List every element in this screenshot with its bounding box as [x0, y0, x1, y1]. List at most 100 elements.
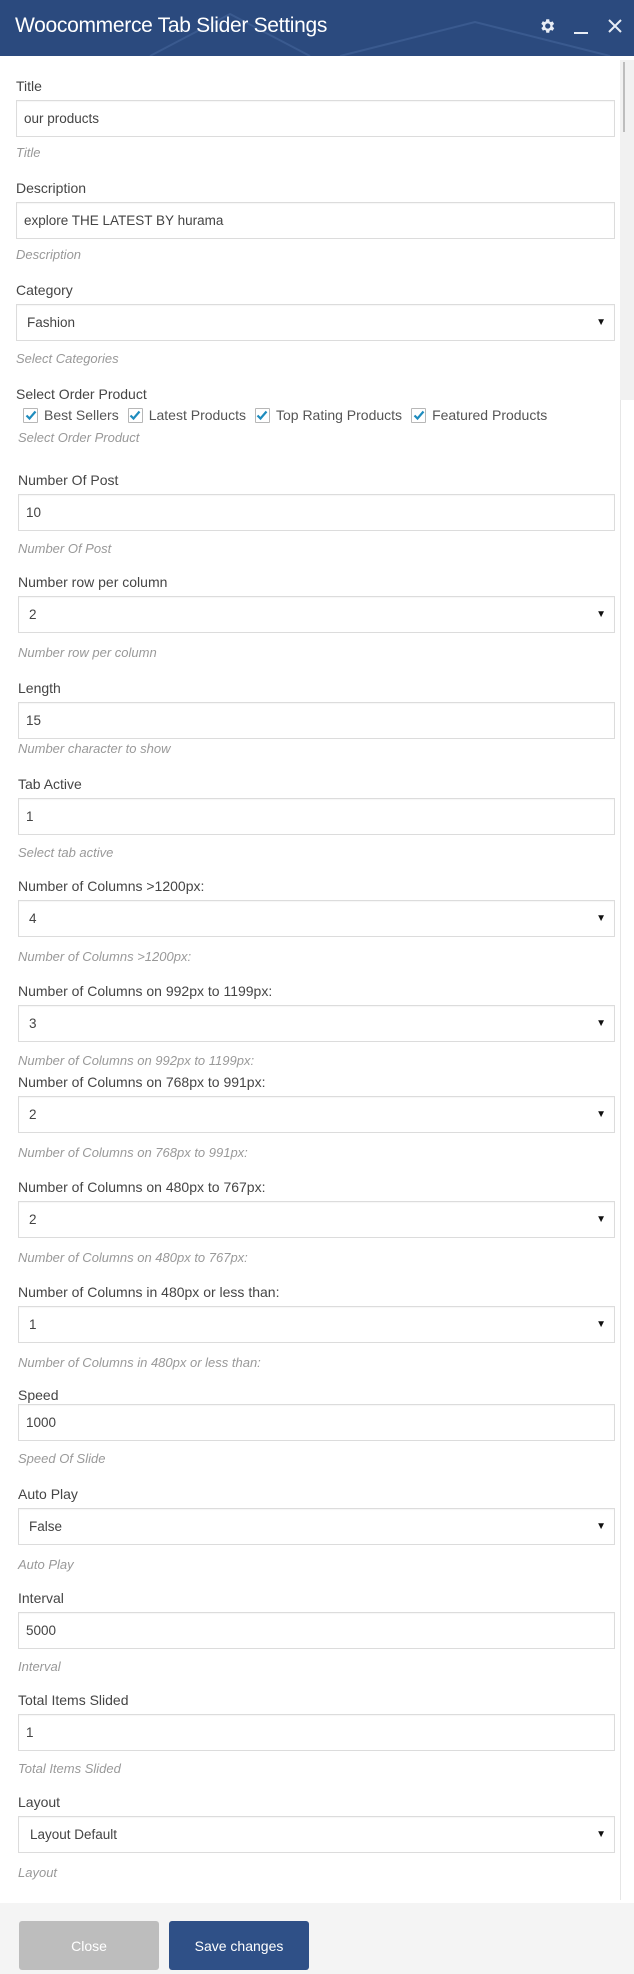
- dropdown-arrow-icon: ▼: [596, 1521, 606, 1532]
- checkbox-latest-products[interactable]: Latest Products: [127, 407, 246, 423]
- close-button[interactable]: Close: [19, 1921, 159, 1970]
- category-help: Select Categories: [16, 351, 119, 366]
- cols-768-label: Number of Columns on 768px to 991px:: [18, 1074, 266, 1090]
- cols-480-help: Number of Columns on 480px to 767px:: [18, 1250, 248, 1265]
- layout-value: Layout Default: [30, 1827, 118, 1842]
- dropdown-arrow-icon: ▼: [596, 1319, 606, 1330]
- speed-help: Speed Of Slide: [18, 1451, 106, 1466]
- cols-less-480-help: Number of Columns in 480px or less than:: [18, 1355, 261, 1370]
- field-category: Category Fashion ▼ Select Categories: [16, 282, 615, 366]
- dropdown-arrow-icon: ▼: [596, 317, 606, 328]
- scrollbar-thumb[interactable]: [623, 62, 625, 132]
- dialog-footer: Close Save changes: [0, 1903, 634, 1974]
- interval-input[interactable]: 5000: [18, 1612, 615, 1649]
- interval-label: Interval: [18, 1590, 64, 1606]
- layout-help: Layout: [18, 1865, 58, 1880]
- checkbox-label: Featured Products: [432, 407, 548, 423]
- cols-1200-value: 4: [29, 911, 37, 926]
- field-cols-less-480: Number of Columns in 480px or less than:…: [18, 1284, 615, 1370]
- gear-icon[interactable]: [536, 14, 558, 38]
- checkbox-featured-products[interactable]: Featured Products: [411, 407, 547, 423]
- scroll-divider: [620, 400, 621, 1900]
- field-cols-480: Number of Columns on 480px to 767px: 2 ▼…: [18, 1179, 615, 1265]
- checkbox-checked-icon[interactable]: [127, 407, 143, 423]
- total-items-slided-help: Total Items Slided: [18, 1761, 121, 1776]
- field-rows-per-column: Number row per column 2 ▼ Number row per…: [18, 574, 615, 660]
- interval-help: Interval: [18, 1659, 61, 1674]
- total-items-slided-label: Total Items Slided: [18, 1692, 129, 1708]
- cols-less-480-select[interactable]: 1 ▼: [18, 1306, 615, 1343]
- dropdown-arrow-icon: ▼: [596, 1829, 606, 1840]
- dialog-header: Woocommerce Tab Slider Settings: [0, 0, 634, 56]
- checkbox-checked-icon[interactable]: [254, 407, 270, 423]
- auto-play-help: Auto Play: [18, 1557, 74, 1572]
- dropdown-arrow-icon: ▼: [596, 1214, 606, 1225]
- layout-select[interactable]: Layout Default ▼: [18, 1816, 615, 1853]
- length-label: Length: [18, 680, 61, 696]
- cols-480-select[interactable]: 2 ▼: [18, 1201, 615, 1238]
- cols-992-value: 3: [29, 1016, 37, 1031]
- category-value: Fashion: [27, 315, 76, 330]
- length-input[interactable]: 15: [18, 702, 615, 739]
- tab-active-label: Tab Active: [18, 776, 82, 792]
- field-speed: Speed 1000 Speed Of Slide: [18, 1387, 615, 1466]
- description-label: Description: [16, 180, 87, 196]
- rows-per-column-select[interactable]: 2 ▼: [18, 596, 615, 633]
- dropdown-arrow-icon: ▼: [596, 1018, 606, 1029]
- order-product-help: Select Order Product: [18, 430, 140, 445]
- cols-768-help: Number of Columns on 768px to 991px:: [18, 1145, 248, 1160]
- number-of-post-label: Number Of Post: [18, 472, 119, 488]
- field-interval: Interval 5000 Interval: [18, 1590, 615, 1674]
- category-label: Category: [16, 282, 73, 298]
- rows-per-column-label: Number row per column: [18, 574, 168, 590]
- cols-1200-label: Number of Columns >1200px:: [18, 878, 205, 894]
- auto-play-select[interactable]: False ▼: [18, 1508, 615, 1545]
- auto-play-value: False: [29, 1519, 63, 1534]
- order-product-checkboxes: Best Sellers Latest Products Top Rating …: [23, 407, 615, 423]
- field-order-product: Select Order Product Best Sellers Latest…: [16, 386, 615, 445]
- dialog-title: Woocommerce Tab Slider Settings: [15, 14, 328, 37]
- scrollbar[interactable]: [620, 60, 634, 400]
- cols-less-480-value: 1: [29, 1317, 37, 1332]
- dropdown-arrow-icon: ▼: [596, 1109, 606, 1120]
- checkbox-label: Latest Products: [148, 407, 246, 423]
- field-total-items-slided: Total Items Slided 1 Total Items Slided: [18, 1692, 615, 1776]
- field-layout: Layout Layout Default ▼ Layout: [18, 1794, 615, 1880]
- cols-992-label: Number of Columns on 992px to 1199px:: [18, 983, 273, 999]
- close-icon[interactable]: [604, 14, 626, 38]
- field-title: Title our products Title: [16, 78, 615, 160]
- field-cols-992: Number of Columns on 992px to 1199px: 3 …: [18, 983, 615, 1068]
- total-items-slided-input[interactable]: 1: [18, 1714, 615, 1751]
- cols-768-value: 2: [29, 1107, 37, 1122]
- category-select[interactable]: Fashion ▼: [16, 304, 615, 341]
- description-help: Description: [16, 247, 82, 262]
- tab-active-help: Select tab active: [18, 845, 114, 860]
- auto-play-label: Auto Play: [18, 1486, 78, 1502]
- minimize-icon[interactable]: [570, 14, 592, 38]
- field-tab-active: Tab Active 1 Select tab active: [18, 776, 615, 860]
- cols-992-select[interactable]: 3 ▼: [18, 1005, 615, 1042]
- dropdown-arrow-icon: ▼: [596, 609, 606, 620]
- field-length: Length 15 Number character to show: [18, 680, 615, 756]
- checkbox-top-rating-products[interactable]: Top Rating Products: [254, 407, 403, 423]
- field-description: Description explore THE LATEST BY hurama…: [16, 180, 615, 262]
- cols-480-value: 2: [29, 1212, 37, 1227]
- title-input[interactable]: our products: [16, 100, 615, 137]
- description-input[interactable]: explore THE LATEST BY hurama: [16, 202, 615, 239]
- checkbox-checked-icon[interactable]: [23, 407, 38, 423]
- checkbox-best-sellers[interactable]: Best Sellers: [23, 407, 119, 423]
- cols-768-select[interactable]: 2 ▼: [18, 1096, 615, 1133]
- cols-480-label: Number of Columns on 480px to 767px:: [18, 1179, 266, 1195]
- field-auto-play: Auto Play False ▼ Auto Play: [18, 1486, 615, 1572]
- checkbox-checked-icon[interactable]: [411, 407, 427, 423]
- speed-input[interactable]: 1000: [18, 1404, 615, 1441]
- rows-per-column-help: Number row per column: [18, 645, 157, 660]
- number-of-post-input[interactable]: 10: [18, 494, 615, 531]
- checkbox-label: Best Sellers: [44, 407, 119, 423]
- tab-active-input[interactable]: 1: [18, 798, 615, 835]
- title-help: Title: [16, 145, 41, 160]
- save-changes-button[interactable]: Save changes: [169, 1921, 309, 1970]
- checkbox-label: Top Rating Products: [275, 407, 403, 423]
- field-cols-1200: Number of Columns >1200px: 4 ▼ Number of…: [18, 878, 615, 964]
- cols-1200-select[interactable]: 4 ▼: [18, 900, 615, 937]
